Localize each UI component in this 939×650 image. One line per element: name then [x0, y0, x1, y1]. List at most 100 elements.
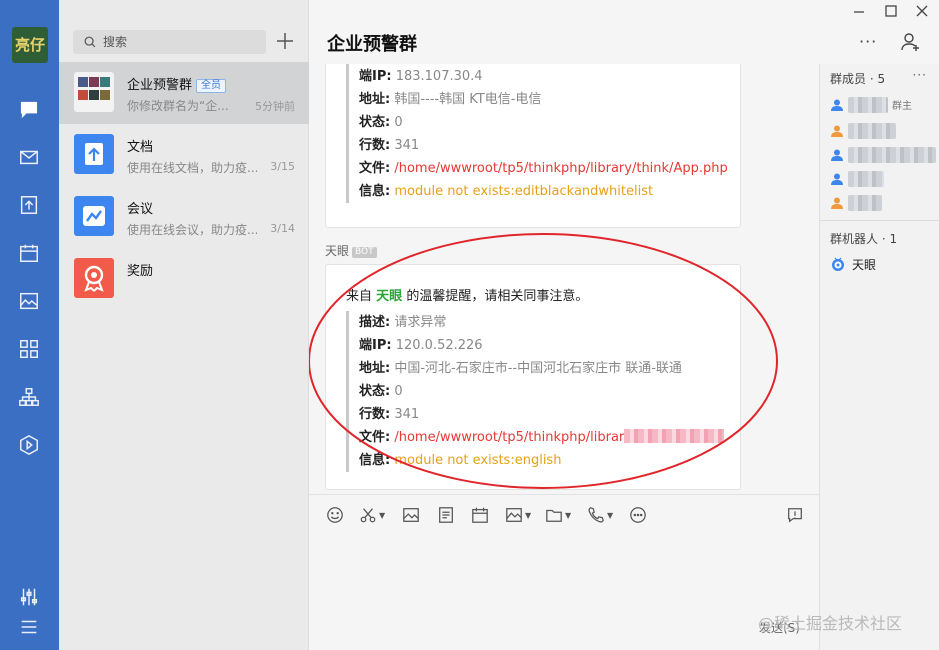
add-member-icon[interactable]	[899, 31, 921, 53]
maximize-icon[interactable]	[884, 4, 898, 18]
message-row: 行数: 341	[359, 138, 420, 153]
message-row: 状态: 0	[359, 384, 403, 399]
bot-name: 天眼	[852, 258, 877, 272]
mail-icon[interactable]	[16, 144, 42, 170]
message-sender: 天眼 BOT	[325, 242, 377, 259]
settings-sliders-icon[interactable]	[16, 584, 42, 610]
chat-title: 企业预警群	[327, 34, 417, 55]
image-upload-icon[interactable]	[402, 505, 420, 525]
watermark: @稀土掘金技术社区	[758, 614, 903, 633]
docs-app-icon	[74, 134, 114, 174]
menu-icon[interactable]	[16, 614, 42, 640]
conversation-item-meeting[interactable]: 会议 使用在线会议，助力疫... 3/14	[59, 186, 309, 248]
redacted-name	[848, 195, 882, 211]
message-row: 端IP: 120.0.52.226	[359, 338, 483, 353]
conversation-name: 奖励	[127, 264, 154, 279]
conversation-item-group[interactable]: 企业预警群 全员 你修改群名为“企... 5分钟前	[59, 62, 309, 124]
message-row: 端IP: 183.107.30.4	[359, 69, 483, 84]
org-icon[interactable]	[16, 384, 42, 410]
members-more-icon[interactable]: ···	[913, 68, 927, 82]
conversation-name: 会议	[127, 202, 154, 217]
members-panel: 群成员 · 5 ··· 群主 群机器人 · 1 天眼	[819, 64, 939, 650]
close-icon[interactable]	[915, 4, 929, 18]
conversation-name: 文档	[127, 140, 154, 155]
image-icon[interactable]	[16, 288, 42, 314]
emoji-icon[interactable]	[326, 505, 344, 525]
message-row: 描述: 请求异常	[359, 315, 447, 330]
redacted-name	[848, 171, 884, 187]
chat-panel: 企业预警群 ··· 端IP: 183.107.30.4 地址: 韩国----韩国…	[309, 0, 919, 650]
conversation-preview: 使用在线文档，助力疫...	[127, 161, 257, 175]
conversation-time: 3/14	[270, 222, 295, 235]
message-row: 行数: 341	[359, 407, 420, 422]
chat-history-icon[interactable]	[786, 505, 804, 525]
message-intro: 来自 天眼 的温馨提醒，请相关同事注意。	[346, 289, 589, 304]
conversation-list: 企业预警群全员 你修改群名为“企... 5分钟前 文档 使用在线文档，助力疫..…	[59, 0, 309, 650]
message-row: 地址: 中国-河北-石家庄市--中国河北石家庄市 联通-联通	[359, 361, 682, 376]
bot-tag: BOT	[352, 247, 377, 258]
members-title: 群成员 · 5	[830, 72, 886, 86]
message-row: 地址: 韩国----韩国 KT电信-电信	[359, 92, 542, 107]
search-icon	[84, 36, 96, 48]
redacted-blur	[624, 429, 725, 443]
minimize-icon[interactable]	[852, 4, 866, 18]
screenshot-icon[interactable]: ▼	[359, 505, 385, 525]
member-item[interactable]	[830, 144, 939, 166]
calendar-icon[interactable]	[16, 240, 42, 266]
calendar-schedule-icon[interactable]	[471, 505, 489, 525]
message-row: 信息: module not exists:english	[359, 453, 562, 468]
add-icon[interactable]	[275, 31, 295, 51]
conversation-time: 5分钟前	[255, 100, 295, 113]
person-icon	[831, 149, 843, 161]
message-row: 状态: 0	[359, 115, 403, 130]
conversation-preview: 使用在线会议，助力疫...	[127, 223, 257, 237]
bots-title: 群机器人 · 1	[830, 232, 898, 246]
document-icon[interactable]	[437, 505, 455, 525]
conversation-preview: 你修改群名为“企...	[127, 99, 229, 113]
message-card[interactable]: 端IP: 183.107.30.4 地址: 韩国----韩国 KT电信-电信 状…	[325, 64, 741, 228]
person-icon	[831, 197, 843, 209]
robot-icon	[832, 257, 844, 271]
member-item[interactable]	[830, 192, 939, 214]
redacted-name	[848, 147, 936, 163]
more-tools-icon[interactable]	[629, 505, 647, 525]
folder-icon[interactable]: ▼	[545, 505, 571, 525]
message-row: 文件: /home/wwwroot/tp5/thinkphp/librar	[359, 426, 725, 449]
owner-label: 群主	[892, 101, 912, 112]
person-icon	[831, 99, 843, 111]
divider	[820, 220, 939, 221]
conversation-name: 企业预警群	[127, 78, 193, 93]
input-toolbar: ▼ ▼ ▼ ▼	[309, 494, 819, 534]
person-icon	[831, 125, 843, 137]
reward-app-icon	[74, 258, 114, 298]
meeting-app-icon	[74, 196, 114, 236]
search-input[interactable]	[103, 33, 253, 51]
all-members-badge: 全员	[196, 79, 227, 93]
left-nav: 亮仔	[0, 0, 59, 650]
conversation-time: 3/15	[270, 160, 295, 173]
apps-icon[interactable]	[16, 336, 42, 362]
more-options-icon[interactable]: ···	[859, 32, 877, 51]
chat-icon[interactable]	[16, 96, 42, 122]
conversation-item-docs[interactable]: 文档 使用在线文档，助力疫... 3/15	[59, 124, 309, 186]
video-icon[interactable]	[16, 432, 42, 458]
member-item[interactable]: 群主	[830, 94, 939, 116]
redacted-name	[848, 123, 896, 139]
phone-icon[interactable]: ▼	[587, 505, 613, 525]
message-quote: 端IP: 183.107.30.4 地址: 韩国----韩国 KT电信-电信 状…	[346, 64, 728, 203]
search-box[interactable]	[73, 30, 266, 54]
docs-icon[interactable]	[16, 192, 42, 218]
message-row: 文件: /home/wwwroot/tp5/thinkphp/library/t…	[359, 161, 728, 176]
message-row: 信息: module not exists:editblackandwhitel…	[359, 184, 654, 199]
message-card[interactable]: 来自 天眼 的温馨提醒，请相关同事注意。 描述: 请求异常 端IP: 120.0…	[325, 264, 741, 490]
user-avatar[interactable]: 亮仔	[12, 27, 48, 63]
conversation-item-reward[interactable]: 奖励	[59, 248, 309, 310]
member-item[interactable]	[830, 120, 939, 142]
group-avatar	[74, 72, 114, 112]
chart-icon[interactable]: ▼	[505, 505, 531, 525]
member-item[interactable]	[830, 168, 939, 190]
bot-item[interactable]: 天眼	[830, 256, 876, 273]
redacted-name	[848, 97, 888, 113]
message-list: 端IP: 183.107.30.4 地址: 韩国----韩国 KT电信-电信 状…	[309, 64, 819, 494]
message-quote: 描述: 请求异常 端IP: 120.0.52.226 地址: 中国-河北-石家庄…	[346, 311, 725, 472]
